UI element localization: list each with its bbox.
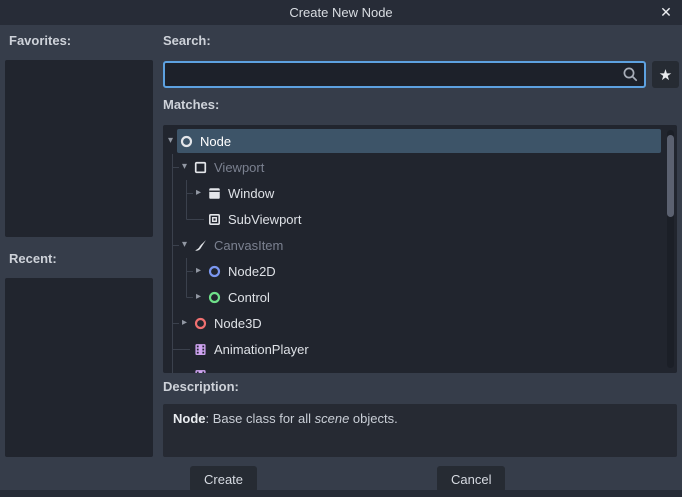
chevron-right-icon[interactable]: ▸	[192, 258, 205, 284]
description-text: Base class for all	[213, 411, 315, 426]
dialog-titlebar: Create New Node ✕	[0, 0, 682, 25]
create-new-node-dialog: Create New Node ✕ Favorites: Recent: Sea…	[0, 0, 682, 497]
circle-icon	[193, 316, 208, 331]
description-class-name: Node	[173, 411, 206, 426]
recent-label: Recent:	[9, 251, 57, 266]
star-icon: ★	[659, 66, 672, 84]
tree-item[interactable]: SubViewport	[163, 206, 677, 232]
tree-item-label: Viewport	[214, 160, 264, 175]
tree-item-label: SubViewport	[228, 212, 301, 227]
matches-tree: ▾ Node ▾ Viewport ▸ Window SubViewport ▾ CanvasI…	[163, 125, 677, 373]
tree-item[interactable]	[163, 362, 677, 373]
tree-rows: ▾ Node ▾ Viewport ▸ Window SubViewport ▾ CanvasI…	[163, 125, 677, 373]
chevron-down-icon[interactable]: ▾	[164, 128, 177, 154]
window-bottom-edge	[0, 490, 682, 497]
node-icon	[179, 134, 194, 149]
tree-item-label: Control	[228, 290, 270, 305]
description-panel: Node: Base class for all scene objects.	[163, 404, 677, 457]
tree-item[interactable]: ▸ Control	[163, 284, 677, 310]
favorites-list	[5, 60, 153, 237]
search-input[interactable]	[163, 61, 646, 88]
dialog-title: Create New Node	[289, 5, 392, 20]
favorites-label: Favorites:	[9, 33, 71, 48]
tree-item-label: Node	[200, 134, 231, 149]
canvasitem-icon	[193, 238, 208, 253]
tree-item-label: Window	[228, 186, 274, 201]
cancel-button[interactable]: Cancel	[437, 466, 505, 492]
tree-item[interactable]: ▸ Window	[163, 180, 677, 206]
animation-icon	[193, 368, 208, 374]
recent-list	[5, 278, 153, 457]
close-icon[interactable]: ✕	[657, 3, 675, 21]
circle-icon	[207, 290, 222, 305]
tree-item-label: Node2D	[228, 264, 276, 279]
tree-item-label: Node3D	[214, 316, 262, 331]
circle-icon	[207, 264, 222, 279]
subviewport-icon	[207, 212, 222, 227]
animation-icon	[193, 342, 208, 357]
tree-item[interactable]: ▸ Node3D	[163, 310, 677, 336]
chevron-down-icon[interactable]: ▾	[178, 232, 191, 258]
chevron-down-icon[interactable]: ▾	[178, 154, 191, 180]
description-text-after: objects.	[349, 411, 397, 426]
description-label: Description:	[163, 379, 239, 394]
tree-item[interactable]: AnimationPlayer	[163, 336, 677, 362]
tree-item-label: AnimationPlayer	[214, 342, 309, 357]
viewport-icon	[193, 160, 208, 175]
chevron-right-icon[interactable]: ▸	[192, 180, 205, 206]
tree-item[interactable]: ▸ Node2D	[163, 258, 677, 284]
tree-scrollbar-thumb[interactable]	[667, 135, 674, 217]
description-separator: :	[206, 411, 213, 426]
matches-label: Matches:	[163, 97, 219, 112]
tree-item[interactable]: ▾ CanvasItem	[163, 232, 677, 258]
create-button[interactable]: Create	[190, 466, 257, 492]
description-italic-word: scene	[315, 411, 350, 426]
favorite-toggle-button[interactable]: ★	[652, 61, 679, 88]
chevron-right-icon[interactable]: ▸	[192, 284, 205, 310]
window-icon	[207, 186, 222, 201]
search-label: Search:	[163, 33, 211, 48]
tree-item[interactable]: ▾ Viewport	[163, 154, 677, 180]
tree-item-label: CanvasItem	[214, 238, 283, 253]
tree-item[interactable]: ▾ Node	[163, 128, 677, 154]
chevron-right-icon[interactable]: ▸	[178, 310, 191, 336]
